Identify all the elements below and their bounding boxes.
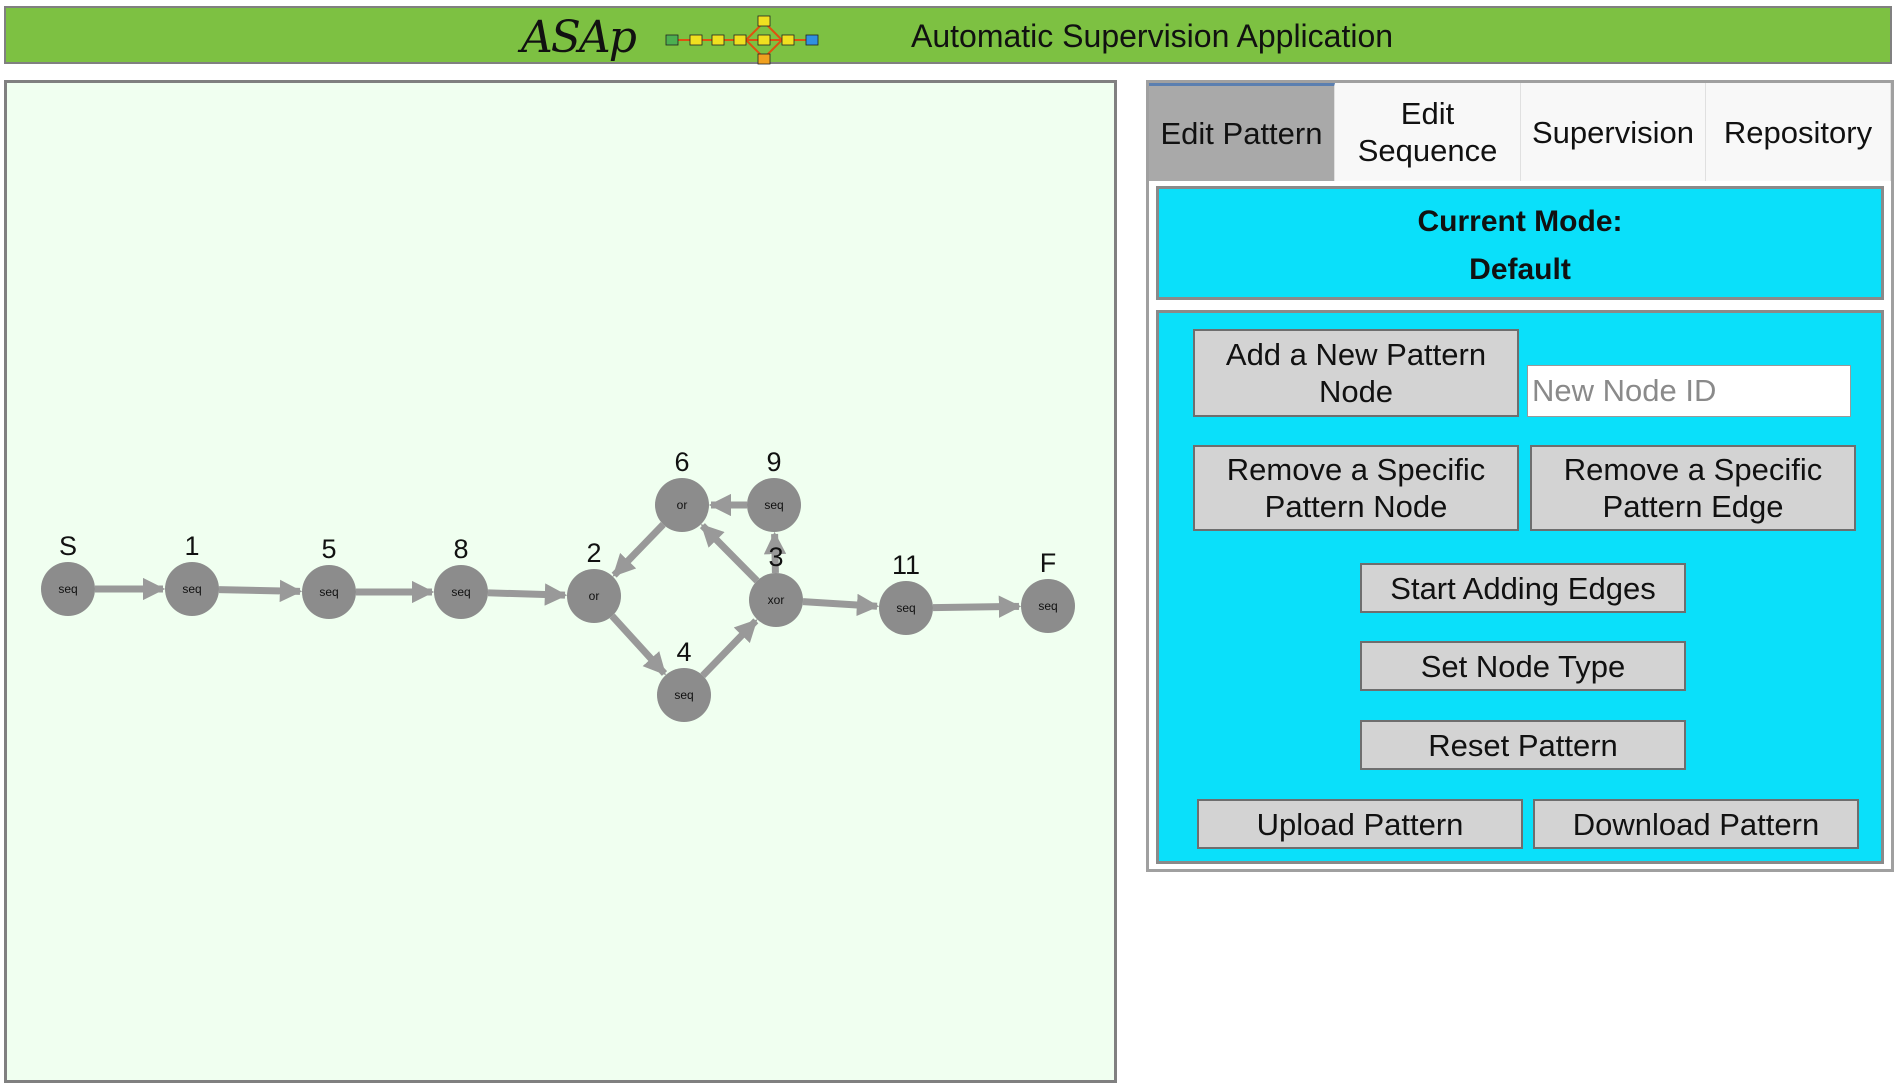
graph-node-id: 5: [321, 534, 336, 564]
new-node-id-input[interactable]: [1527, 365, 1851, 417]
graph-edge[interactable]: [802, 593, 880, 617]
tab-edit-pattern[interactable]: Edit Pattern: [1149, 83, 1335, 181]
upload-pattern-button[interactable]: Upload Pattern: [1197, 799, 1523, 849]
graph-node-id: 9: [766, 447, 781, 477]
reset-pattern-button[interactable]: Reset Pattern: [1360, 720, 1686, 770]
add-pattern-node-button[interactable]: Add a New Pattern Node: [1193, 329, 1519, 417]
graph-node-type: seq: [674, 688, 693, 702]
start-adding-edges-button[interactable]: Start Adding Edges: [1360, 563, 1686, 613]
tab-bar: Edit Pattern Edit Sequence Supervision R…: [1149, 83, 1891, 181]
graph-node-type: seq: [319, 585, 338, 599]
tab-edit-sequence[interactable]: Edit Sequence: [1335, 83, 1521, 181]
graph-node-id: 8: [453, 534, 468, 564]
graph-edge[interactable]: [487, 583, 568, 606]
graph-node[interactable]: or 2: [567, 538, 621, 623]
graph-node[interactable]: xor 3: [749, 542, 803, 627]
graph-node[interactable]: seq S: [41, 531, 95, 616]
download-pattern-button[interactable]: Download Pattern: [1533, 799, 1859, 849]
graph-node-type: seq: [1038, 599, 1057, 613]
graph-node[interactable]: seq 11: [879, 550, 933, 635]
logo-graph-icon: [665, 15, 819, 65]
graph-node[interactable]: or 6: [655, 447, 709, 532]
graph-node-type: seq: [58, 582, 77, 596]
graph-edge[interactable]: [218, 579, 303, 603]
graph-node-type: or: [677, 498, 688, 512]
graph-node[interactable]: seq 9: [747, 447, 801, 532]
app-title: Automatic Supervision Application: [911, 18, 1394, 54]
pattern-graph-canvas[interactable]: seq Sseq 1 seq 5 seq 8 or 2 or 6 seq 9 seq 4 xor 3 seq 11 s…: [4, 80, 1117, 1083]
remove-pattern-edge-button[interactable]: Remove a Specific Pattern Edge: [1530, 445, 1856, 531]
app-header: ASAp Automatic Supervision Application: [4, 6, 1892, 65]
current-mode-box: Current Mode: Default: [1156, 186, 1884, 300]
current-mode-value: Default: [1469, 253, 1571, 286]
graph-node-type: seq: [764, 498, 783, 512]
graph-edge[interactable]: [700, 618, 759, 679]
tab-repository[interactable]: Repository: [1706, 83, 1891, 181]
graph-node-id: 6: [674, 447, 689, 477]
app-logo: ASAp: [521, 12, 637, 63]
pattern-controls: Add a New Pattern Node Remove a Specific…: [1156, 310, 1884, 864]
graph-edge[interactable]: [699, 523, 760, 584]
graph-node-type: seq: [182, 582, 201, 596]
graph-node-id: 2: [586, 538, 601, 568]
graph-node-id: 1: [184, 531, 199, 561]
graph-node[interactable]: seq 4: [657, 637, 711, 722]
graph-node-type: seq: [896, 601, 915, 615]
graph-node-id: F: [1040, 548, 1057, 578]
graph-edge[interactable]: [932, 595, 1022, 618]
pattern-graph[interactable]: seqSseq1seq5seq8or2or6seq9seq4xor3seq11s…: [7, 83, 1114, 1080]
graph-node-type: seq: [451, 585, 470, 599]
graph-node[interactable]: seq 8: [434, 534, 488, 619]
graph-node-type: or: [589, 589, 600, 603]
graph-node[interactable]: seq F: [1021, 548, 1075, 633]
graph-node-id: 3: [768, 542, 783, 572]
set-node-type-button[interactable]: Set Node Type: [1360, 641, 1686, 691]
graph-node[interactable]: seq 1: [165, 531, 219, 616]
current-mode-label: Current Mode:: [1417, 205, 1623, 238]
graph-edge[interactable]: [609, 613, 668, 676]
graph-node-id: 11: [892, 550, 920, 580]
control-panel: Edit Pattern Edit Sequence Supervision R…: [1146, 80, 1894, 872]
graph-node-id: 4: [676, 637, 691, 667]
graph-edge[interactable]: [611, 521, 666, 578]
graph-node-id: S: [59, 531, 77, 561]
graph-node[interactable]: seq 5: [302, 534, 356, 619]
remove-pattern-node-button[interactable]: Remove a Specific Pattern Node: [1193, 445, 1519, 531]
tab-supervision[interactable]: Supervision: [1521, 83, 1706, 181]
graph-node-type: xor: [768, 593, 785, 607]
